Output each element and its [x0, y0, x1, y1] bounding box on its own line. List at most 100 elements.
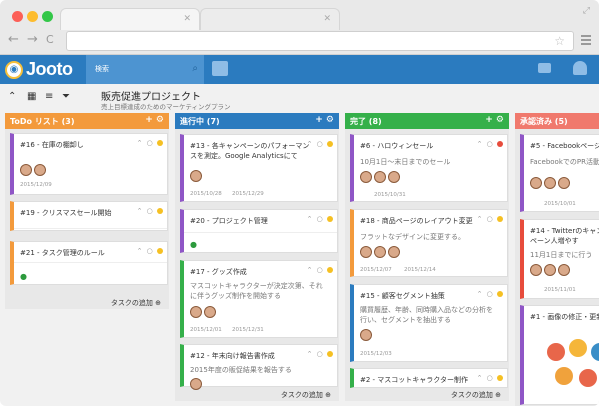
- avatar: [530, 177, 542, 189]
- add-task-footer[interactable]: タスクの追加 ⊕: [345, 387, 509, 401]
- search-placeholder: 検索: [95, 65, 109, 73]
- task-title: #16 - 在庫の棚卸し: [20, 141, 84, 149]
- task-status-icons[interactable]: ⌃ ○: [137, 207, 163, 215]
- briefcase-icon[interactable]: [212, 61, 228, 76]
- add-task-icon[interactable]: +: [315, 115, 323, 125]
- add-task-icon[interactable]: +: [145, 115, 153, 125]
- task-status-icons[interactable]: ⌃ ○: [307, 215, 333, 223]
- task-card[interactable]: #15 - 顧客セグメント抽策 ⌃ ○ 購買履歴、年齢、同時購入品などの分析を行…: [350, 284, 508, 362]
- list-header: 承認済み (5): [515, 113, 599, 129]
- avatar: [204, 306, 216, 318]
- list-done: 完了 (8) + ⚙ #6 - ハロウィンセール ⌃ ○ 10月1日〜末日までの…: [345, 113, 509, 401]
- search-box[interactable]: 検索 ⌕: [86, 55, 204, 84]
- task-status-icons[interactable]: ⌃ ○: [477, 140, 503, 148]
- task-card[interactable]: #19 - クリスマスセール開始 ⌃ ○: [10, 201, 168, 231]
- task-card[interactable]: #6 - ハロウィンセール ⌃ ○ 10月1日〜末日までのセール 2015/10…: [350, 134, 508, 202]
- filter-icon[interactable]: ⏷: [62, 92, 72, 102]
- gear-icon[interactable]: ⚙: [326, 115, 334, 125]
- project-subtitle: 売上目標達成のためのマーケティングプラン: [101, 103, 231, 111]
- jooto-logo[interactable]: ◉ Jooto: [5, 57, 73, 82]
- assignee-avatars: [190, 170, 202, 182]
- task-card[interactable]: #5 - Facebookページ作 FacebookでのPR活動を 2015/1…: [520, 134, 599, 212]
- task-title: #18 - 商品ページのレイアウト変更: [360, 217, 473, 225]
- forward-button[interactable]: →: [27, 33, 38, 47]
- due-date: 2015/12/09: [20, 182, 52, 188]
- task-status-icons[interactable]: ⌃ ○: [477, 215, 503, 223]
- search-icon[interactable]: ⌕: [192, 63, 198, 74]
- comment-icon: ●: [190, 240, 197, 249]
- avatar: [34, 164, 46, 176]
- assignee-avatars: [360, 171, 400, 183]
- task-status-icons[interactable]: ⌃ ○: [307, 350, 333, 358]
- minimize-window-button[interactable]: [27, 11, 38, 22]
- gear-icon[interactable]: ⚙: [156, 115, 164, 125]
- list-header: 完了 (8) + ⚙: [345, 113, 509, 129]
- browser-chrome: ✕ ✕ ⤢ ← → C ☆: [0, 0, 599, 55]
- avatar: [360, 171, 372, 183]
- task-card[interactable]: #20 - プロジェクト管理 ⌃ ○ ●: [180, 209, 338, 253]
- task-status-icons[interactable]: ⌃ ○: [137, 247, 163, 255]
- browser-menu-icon[interactable]: [581, 35, 591, 47]
- task-description: 11月1日までに行う: [530, 251, 593, 259]
- close-tab-icon[interactable]: ✕: [323, 14, 331, 24]
- fullscreen-icon[interactable]: ⤢: [583, 6, 590, 16]
- avatar: [544, 264, 556, 276]
- task-status-icons[interactable]: ⌃ ○: [307, 140, 333, 148]
- task-status-icons[interactable]: ⌃ ○: [307, 266, 333, 274]
- back-button[interactable]: ←: [8, 33, 19, 47]
- task-status-icons[interactable]: ⌃ ○: [477, 290, 503, 298]
- bookmark-star-icon[interactable]: ☆: [554, 34, 565, 48]
- task-description: フラットなデザインに変更する。: [360, 233, 465, 241]
- calendar-icon[interactable]: ▦: [27, 92, 37, 102]
- task-description: 購買履歴、年齢、同時購入品などの分析を行い、セグメントを抽出する: [360, 306, 493, 324]
- collapse-chevron-icon[interactable]: ⌃: [8, 92, 18, 102]
- divider: [14, 228, 167, 229]
- avatar: [558, 177, 570, 189]
- due-date: 2015/12/31: [232, 327, 264, 333]
- maximize-window-button[interactable]: [42, 11, 53, 22]
- add-task-footer[interactable]: タスクの追加 ⊕: [175, 387, 339, 401]
- divider: [14, 262, 167, 263]
- reload-button[interactable]: C: [46, 33, 54, 47]
- divider: [184, 232, 337, 233]
- browser-tab-active[interactable]: ✕: [60, 8, 200, 30]
- task-card[interactable]: #12 - 年末向け報告書作成 ⌃ ○ 2015年度の販促結果を報告する: [180, 344, 338, 390]
- list-title: 承認済み (5): [520, 117, 568, 126]
- gear-icon[interactable]: ⚙: [496, 115, 504, 125]
- task-card[interactable]: #17 - グッズ作成 ⌃ ○ マスコットキャラクターが決定次第、それに伴うグッ…: [180, 260, 338, 338]
- task-card[interactable]: #18 - 商品ページのレイアウト変更 ⌃ ○ フラットなデザインに変更する。 …: [350, 209, 508, 277]
- assignee-avatars: [530, 264, 570, 276]
- add-task-label: タスクの追加: [280, 391, 323, 399]
- task-card[interactable]: #16 - 在庫の棚卸し ⌃ ○ 2015/12/09: [10, 133, 168, 195]
- list-view-icon[interactable]: ≡: [45, 92, 55, 102]
- address-bar[interactable]: ☆: [66, 31, 574, 51]
- assignee-avatars: [530, 177, 570, 189]
- start-date: 2015/10/28: [190, 191, 222, 197]
- task-status-icons[interactable]: ⌃ ○: [477, 374, 503, 382]
- list-approved: 承認済み (5) #5 - Facebookページ作 FacebookでのPR活…: [515, 113, 599, 406]
- chat-icon[interactable]: [538, 63, 551, 73]
- add-task-footer[interactable]: タスクの追加 ⊕: [5, 295, 169, 309]
- close-tab-icon[interactable]: ✕: [183, 14, 191, 24]
- project-toolbar: ⌃ ▦ ≡ ⏷ 販売促進プロジェクト 売上目標達成のためのマーケティングプラン: [0, 84, 599, 112]
- assignee-avatars: [190, 306, 216, 318]
- list-title: 進行中 (7): [180, 117, 220, 126]
- task-status-icons[interactable]: ⌃ ○: [137, 139, 163, 147]
- add-task-icon[interactable]: +: [485, 115, 493, 125]
- task-card[interactable]: #2 - マスコットキャラクター制作 ⌃ ○: [350, 368, 508, 388]
- task-title: #6 - ハロウィンセール: [360, 142, 434, 150]
- task-title: #21 - タスク管理のルール: [20, 249, 105, 257]
- task-image-attachment: [544, 338, 599, 393]
- browser-tab[interactable]: ✕: [200, 8, 340, 30]
- task-title: #15 - 顧客セグメント抽策: [360, 292, 445, 300]
- list-title: ToDo リスト (3): [10, 117, 75, 126]
- task-title: #1 - 画像の修正・更新: [530, 313, 599, 321]
- close-window-button[interactable]: [12, 11, 23, 22]
- task-card[interactable]: #21 - タスク管理のルール ⌃ ○ ●: [10, 241, 168, 285]
- task-card[interactable]: #14 - Twitterのキャンペーン人増やす 11月1日までに行う 2015…: [520, 219, 599, 299]
- notification-bell-icon[interactable]: [573, 61, 587, 75]
- due-date: 2015/10/31: [374, 192, 406, 198]
- task-card[interactable]: #1 - 画像の修正・更新: [520, 305, 599, 405]
- task-card[interactable]: #13 - 各キャンペーンのパフォーマンスを測定。Google Analytic…: [180, 134, 338, 202]
- list-header: ToDo リスト (3) + ⚙: [5, 113, 169, 129]
